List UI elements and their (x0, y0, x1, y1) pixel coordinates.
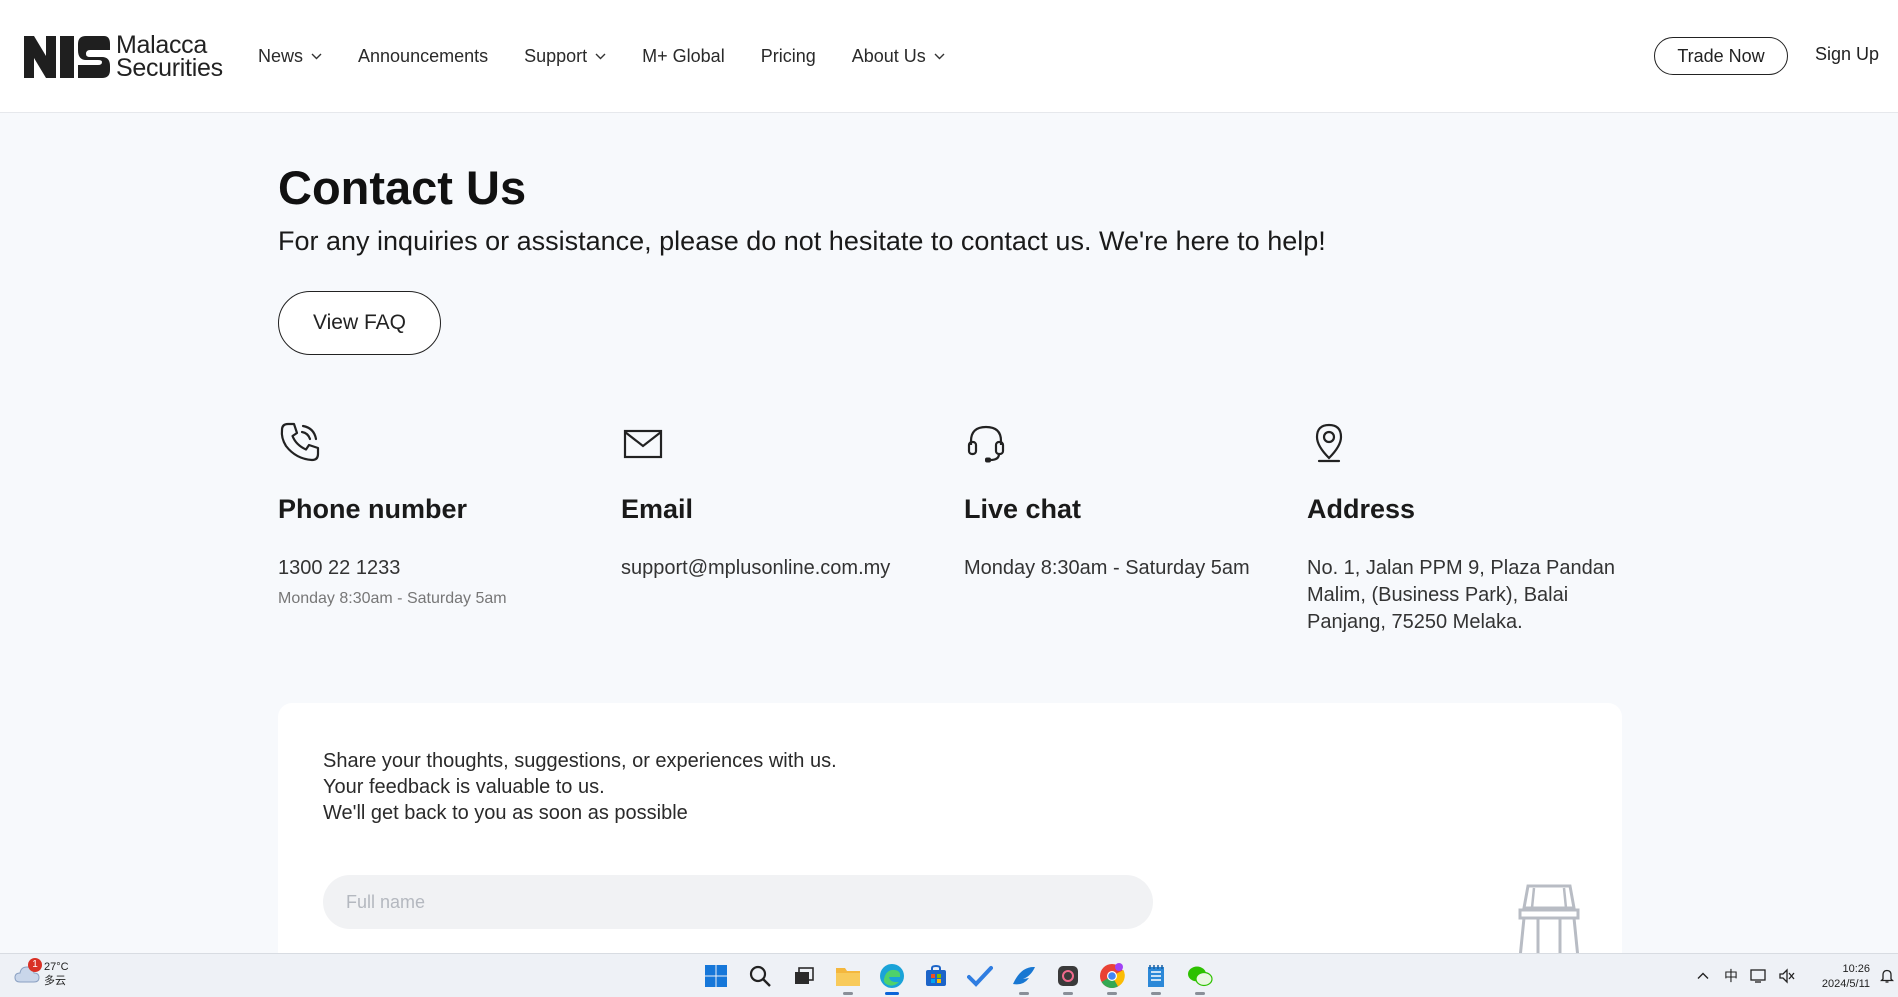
weather-alert-badge: 1 (28, 958, 42, 972)
nav-pricing-label: Pricing (760, 46, 816, 66)
network-icon[interactable] (1750, 968, 1768, 984)
notepad-icon (1148, 965, 1164, 987)
nav-announcements-label: Announcements (358, 46, 489, 66)
weather-condition: 多云 (44, 975, 66, 987)
clock-time: 10:26 (1842, 963, 1870, 975)
input-method-indicator[interactable]: 中 (1724, 966, 1738, 986)
volume-muted-icon[interactable] (1778, 968, 1796, 984)
task-view-icon (795, 967, 814, 984)
full-name-input[interactable] (323, 875, 1153, 929)
search-icon (749, 965, 771, 987)
notification-bell-icon[interactable] (1880, 968, 1894, 984)
contact-email-heading: Email (621, 494, 694, 524)
taskbar-edge-browser[interactable] (876, 960, 908, 995)
taskbar-file-explorer[interactable] (832, 960, 864, 995)
contact-live-chat: Live chat Monday 8:30am - Saturday 5am (964, 420, 1284, 582)
system-clock[interactable]: 10:26 2024/5/11 (1812, 962, 1870, 992)
taskbar-app-feather[interactable] (1008, 960, 1040, 995)
page-title: Contact Us (278, 161, 527, 214)
store-icon (926, 964, 946, 986)
taskbar-chrome[interactable] (1096, 960, 1128, 995)
contact-address-value: No. 1, Jalan PPM 9, Plaza Pandan Malim, … (1307, 557, 1615, 633)
contact-live-chat-hours: Monday 8:30am - Saturday 5am (964, 557, 1250, 579)
folder-icon (836, 968, 860, 986)
taskbar-todo[interactable] (964, 960, 996, 992)
site-logo[interactable]: Malacca Securities (24, 33, 223, 82)
contact-live-chat-heading: Live chat (964, 494, 1082, 524)
main-nav: News Announcements Support M+ Global Pri… (258, 0, 981, 113)
site-header: Malacca Securities News Announcements Su… (0, 0, 1898, 113)
contact-address-heading: Address (1307, 494, 1416, 524)
edge-browser-icon (880, 964, 904, 988)
nav-about-us[interactable]: About Us (852, 46, 945, 67)
nav-about-us-label: About Us (851, 46, 926, 66)
taskbar-search-button[interactable] (744, 960, 776, 992)
windows-start-icon (705, 965, 727, 987)
taskbar-store[interactable] (920, 960, 952, 992)
taskbar-apps (700, 960, 1228, 995)
feedback-intro-line-3: We'll get back to you as soon as possibl… (323, 802, 688, 824)
chevron-down-icon (595, 53, 606, 60)
chrome-browser-icon (1100, 963, 1125, 989)
nav-support[interactable]: Support (524, 46, 606, 67)
weather-widget[interactable]: 1 27°C 多云 (14, 958, 69, 988)
feedback-intro-line-1: Share your thoughts, suggestions, or exp… (323, 750, 837, 772)
feedback-intro-line-2: Your feedback is valuable to us. (323, 776, 605, 798)
wechat-icon (1188, 966, 1213, 987)
camera-app-icon (1058, 966, 1078, 986)
phone-icon (280, 422, 320, 462)
taskbar-wechat[interactable] (1184, 960, 1216, 995)
mail-icon (623, 429, 663, 459)
headset-icon (967, 425, 1005, 463)
nav-mplus-global[interactable]: M+ Global (642, 46, 725, 67)
logo-wordmark: Malacca Securities (116, 33, 223, 82)
trade-now-button[interactable]: Trade Now (1654, 37, 1788, 75)
checkmark-icon (967, 966, 993, 987)
nav-announcements[interactable]: Announcements (358, 46, 488, 67)
view-faq-button[interactable]: View FAQ (278, 291, 441, 355)
chevron-up-icon[interactable] (1696, 969, 1710, 983)
feedback-intro: Share your thoughts, suggestions, or exp… (323, 748, 837, 826)
taskbar-start-button[interactable] (700, 960, 732, 992)
nav-news[interactable]: News (258, 46, 322, 67)
taskbar-notepad[interactable] (1140, 960, 1172, 995)
system-tray: 中 (1696, 966, 1796, 986)
chevron-down-icon (311, 53, 322, 60)
location-pin-icon (1315, 423, 1343, 463)
nav-pricing[interactable]: Pricing (761, 46, 816, 67)
contact-phone-value[interactable]: 1300 22 1233 (278, 555, 598, 582)
contact-phone-heading: Phone number (278, 494, 468, 524)
weather-temperature: 27°C (44, 961, 69, 973)
taskbar-task-view[interactable] (788, 960, 820, 992)
contact-phone: Phone number 1300 22 1233 Monday 8:30am … (278, 420, 598, 608)
contact-address: Address No. 1, Jalan PPM 9, Plaza Pandan… (1307, 420, 1637, 636)
malacca-securities-logo-mark (24, 36, 110, 78)
contact-phone-hours: Monday 8:30am - Saturday 5am (278, 590, 507, 607)
logo-line-2: Securities (116, 54, 223, 82)
taskbar-app-camera[interactable] (1052, 960, 1084, 995)
clock-date: 2024/5/11 (1821, 978, 1870, 990)
chevron-down-icon (934, 53, 945, 60)
contact-email-value[interactable]: support@mplusonline.com.my (621, 555, 941, 582)
windows-taskbar: 1 27°C 多云 中 10:26 2024/5/11 (0, 953, 1898, 997)
page-subtitle: For any inquiries or assistance, please … (278, 226, 1326, 256)
nav-support-label: Support (524, 46, 588, 66)
nav-mplus-global-label: M+ Global (642, 46, 725, 66)
contact-email: Email support@mplusonline.com.my (621, 420, 941, 582)
feather-app-icon (1013, 966, 1035, 985)
nav-news-label: News (258, 46, 304, 66)
sign-up-link[interactable]: Sign Up (1815, 44, 1879, 65)
